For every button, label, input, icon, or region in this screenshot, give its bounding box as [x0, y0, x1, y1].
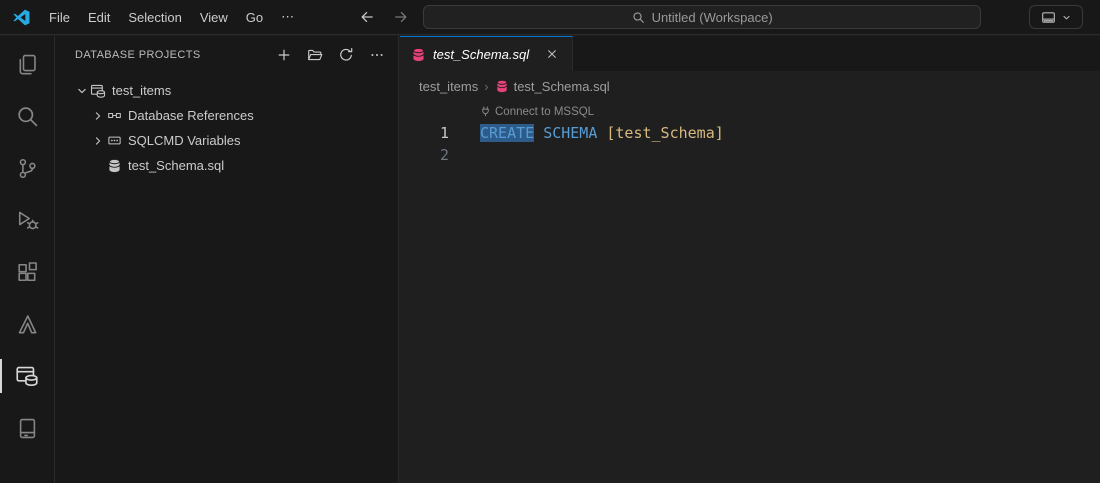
tree-item-database-references[interactable]: Database References [55, 103, 398, 128]
codelens-label: Connect to MSSQL [495, 106, 594, 118]
tab-close-icon[interactable] [542, 44, 562, 64]
tree-item-sqlcmd-variables[interactable]: SQLCMD Variables [55, 128, 398, 153]
breadcrumb-separator: › [484, 79, 488, 94]
code-editor[interactable]: 1 CREATE SCHEMA [test_Schema] 2 [400, 122, 1100, 166]
sidebar-header: DATABASE PROJECTS [55, 36, 398, 74]
connect-plug-icon [480, 106, 491, 117]
open-project-button[interactable] [304, 44, 326, 66]
title-bar: File Edit Selection View Go ⋯ Untitled (… [0, 0, 1100, 35]
activity-bar [0, 36, 55, 483]
menu-view[interactable]: View [191, 7, 237, 28]
menu-file[interactable]: File [40, 7, 79, 28]
variables-icon [106, 133, 122, 148]
line-number: 1 [400, 122, 480, 144]
tab-bar: test_Schema.sql [400, 36, 1100, 71]
chevron-right-icon[interactable] [89, 109, 106, 123]
sidebar-toolbar [273, 44, 388, 66]
menu-go[interactable]: Go [237, 7, 272, 28]
go-forward-icon[interactable] [393, 9, 409, 25]
menu-bar: File Edit Selection View Go ⋯ [40, 6, 303, 28]
command-center-label: Untitled (Workspace) [652, 10, 773, 25]
activity-bar-item-database-projects[interactable] [0, 350, 54, 402]
activity-bar-item-run-and-debug[interactable] [0, 194, 54, 246]
run-and-debug-icon [16, 209, 39, 232]
customize-layout-icon [1041, 10, 1056, 25]
code-line-1: 1 CREATE SCHEMA [test_Schema] [400, 122, 1100, 144]
sidebar-title: DATABASE PROJECTS [75, 49, 273, 61]
breadcrumb: test_items › test_Schema.sql [400, 71, 1100, 101]
code-text: CREATE SCHEMA [test_Schema] [480, 122, 724, 144]
activity-bar-item-source-control[interactable] [0, 142, 54, 194]
search-icon [16, 105, 39, 128]
more-actions-button[interactable] [366, 44, 388, 66]
tree-item-test-items[interactable]: test_items [55, 78, 398, 103]
database-projects-icon [15, 364, 39, 388]
tree-item-test-schema-sql[interactable]: test_Schema.sql [55, 153, 398, 178]
search-icon [632, 11, 645, 24]
database-file-icon [495, 79, 509, 93]
plus-icon [276, 47, 292, 63]
chevron-right-icon[interactable] [89, 134, 106, 148]
breadcrumb-project[interactable]: test_items [419, 79, 478, 94]
tree-item-label: test_items [112, 83, 171, 98]
line-number: 2 [400, 144, 480, 166]
refresh-icon [338, 47, 354, 63]
connect-to-mssql-codelens[interactable]: Connect to MSSQL [480, 101, 1100, 122]
code-line-2: 2 [400, 144, 1100, 166]
tab-test-schema-sql[interactable]: test_Schema.sql [400, 36, 573, 71]
azure-icon [16, 313, 39, 336]
source-control-icon [16, 157, 39, 180]
new-project-button[interactable] [273, 44, 295, 66]
breadcrumb-file-label: test_Schema.sql [514, 79, 610, 94]
tree-item-label: test_Schema.sql [128, 158, 224, 173]
activity-bar-item-azure[interactable] [0, 298, 54, 350]
sql-server-icon [16, 417, 39, 440]
chevron-down-icon [1062, 13, 1071, 22]
explorer-icon [16, 53, 39, 76]
menu-edit[interactable]: Edit [79, 7, 119, 28]
history-navigation [359, 9, 409, 25]
database-file-icon [106, 158, 122, 173]
activity-bar-item-explorer[interactable] [0, 38, 54, 90]
tab-label: test_Schema.sql [433, 47, 529, 62]
tree-item-label: SQLCMD Variables [128, 133, 240, 148]
activity-bar-item-extensions[interactable] [0, 246, 54, 298]
vscode-logo-icon [13, 9, 30, 26]
sidebar-database-projects: DATABASE PROJECTS test_items [55, 36, 399, 483]
project-tree: test_items Database References SQLCMD Va… [55, 78, 398, 178]
refresh-button[interactable] [335, 44, 357, 66]
go-back-icon[interactable] [359, 9, 375, 25]
activity-bar-item-sql-server[interactable] [0, 402, 54, 454]
sql-keyword-create: CREATE [480, 124, 534, 142]
database-project-icon [90, 83, 106, 99]
database-file-icon [411, 47, 426, 62]
sql-identifier: [test_Schema] [606, 124, 723, 142]
menu-overflow[interactable]: ⋯ [272, 6, 303, 28]
activity-bar-item-search[interactable] [0, 90, 54, 142]
sql-keyword-schema: SCHEMA [543, 124, 597, 142]
extensions-icon [16, 261, 39, 284]
breadcrumb-file[interactable]: test_Schema.sql [495, 79, 610, 94]
ellipsis-icon [369, 47, 385, 63]
customize-layout-button[interactable] [1029, 5, 1083, 29]
menu-selection[interactable]: Selection [119, 7, 190, 28]
editor-group: test_Schema.sql test_items › test_Schema… [400, 36, 1100, 483]
reference-icon [106, 108, 122, 123]
tree-item-label: Database References [128, 108, 254, 123]
folder-icon [307, 47, 323, 63]
command-center-search[interactable]: Untitled (Workspace) [423, 5, 981, 29]
chevron-down-icon[interactable] [73, 84, 90, 98]
